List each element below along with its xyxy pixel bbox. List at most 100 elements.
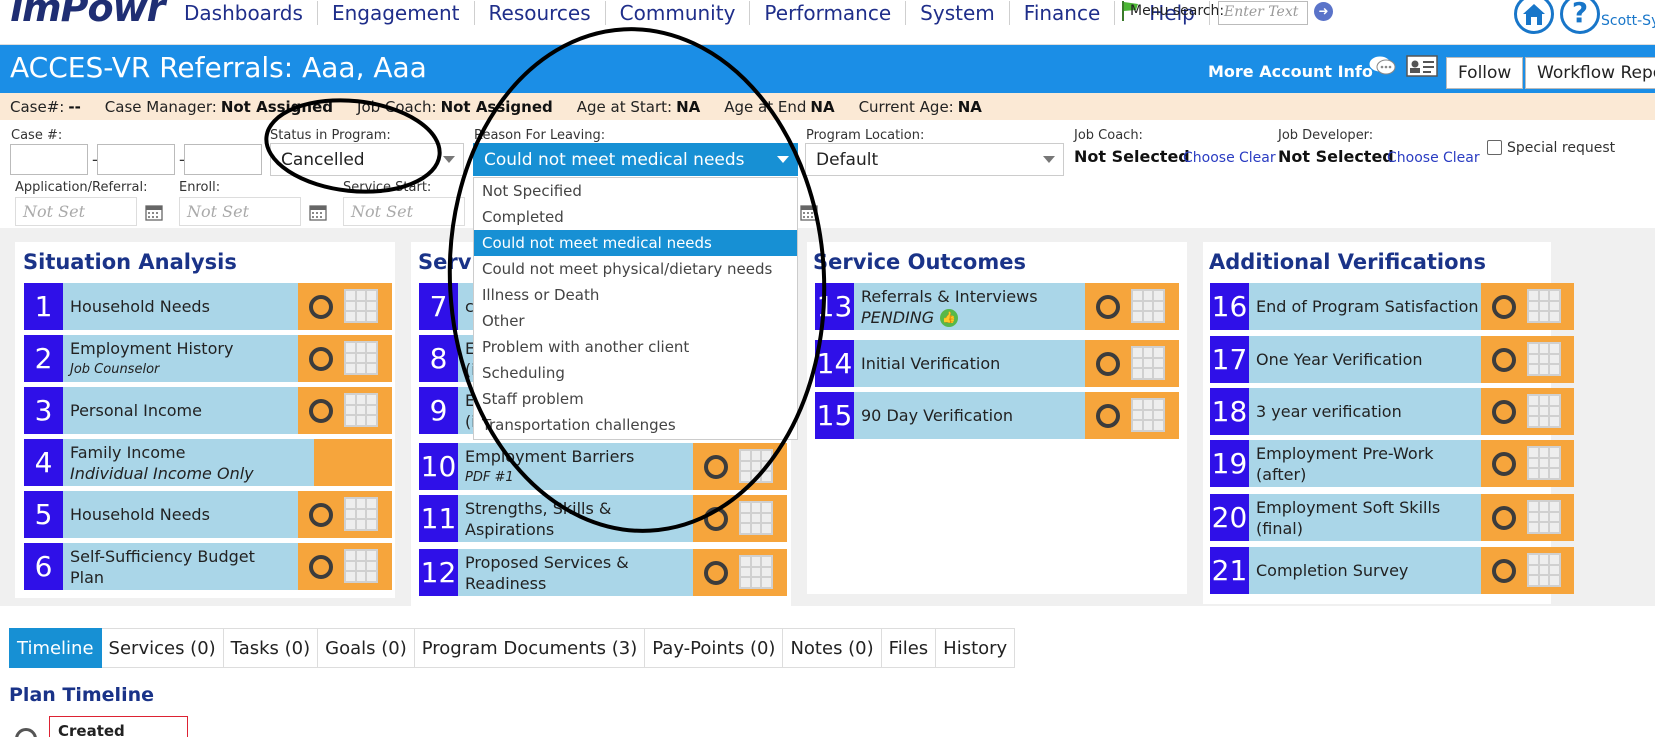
grid-icon[interactable]	[1131, 289, 1165, 323]
search-go-icon[interactable]: ➜	[1314, 2, 1333, 21]
status-ring-icon[interactable]	[309, 399, 333, 423]
job-coach-clear-link[interactable]: Clear	[1239, 150, 1276, 166]
option-staff-problem[interactable]: Staff problem	[474, 386, 797, 412]
status-ring-icon[interactable]	[1096, 352, 1120, 376]
grid-icon[interactable]	[1527, 342, 1561, 376]
status-ring-icon[interactable]	[1492, 295, 1516, 319]
grid-icon[interactable]	[1527, 500, 1561, 534]
option-problem-with-another-client[interactable]: Problem with another client	[474, 334, 797, 360]
status-ring-icon[interactable]	[704, 455, 728, 479]
user-name[interactable]: Scott-Sy	[1601, 13, 1655, 29]
calendar-icon[interactable]	[309, 203, 327, 221]
option-other[interactable]: Other	[474, 308, 797, 334]
status-ring-icon[interactable]	[309, 555, 333, 579]
status-ring-icon[interactable]	[704, 507, 728, 531]
location-select[interactable]: Default	[805, 143, 1064, 176]
task-actions	[1085, 283, 1179, 330]
tab-files[interactable]: Files	[881, 628, 937, 668]
option-completed[interactable]: Completed	[474, 204, 797, 230]
task-label: 3 year verification	[1256, 402, 1402, 421]
enroll-date-input[interactable]: Not Set	[179, 197, 301, 226]
nav-dashboards[interactable]: Dashboards	[170, 1, 318, 25]
grid-icon[interactable]	[1527, 553, 1561, 587]
case-no-part3-input[interactable]	[184, 144, 262, 175]
grid-icon[interactable]	[344, 289, 378, 323]
case-no-part1-input[interactable]	[10, 144, 88, 175]
status-ring-icon[interactable]	[1096, 404, 1120, 428]
status-ring-icon[interactable]	[1096, 295, 1120, 319]
task-actions	[314, 439, 392, 486]
task-sublabel: (final)	[1256, 518, 1303, 538]
status-ring-icon[interactable]	[1492, 400, 1516, 424]
special-request-label: Special request	[1507, 140, 1616, 156]
tab-services[interactable]: Services (0)	[101, 628, 224, 668]
status-ring-icon[interactable]	[309, 503, 333, 527]
more-account-info-link[interactable]: More Account Info	[1208, 62, 1373, 81]
job-coach-choose-link[interactable]: Choose	[1183, 150, 1235, 166]
menu-search-input[interactable]: Enter Text	[1218, 1, 1308, 25]
application-date-input[interactable]: Not Set	[15, 197, 137, 226]
grid-icon[interactable]	[1527, 446, 1561, 480]
nav-performance[interactable]: Performance	[750, 1, 907, 25]
nav-finance[interactable]: Finance	[1010, 1, 1116, 25]
grid-icon[interactable]	[344, 341, 378, 375]
nav-community[interactable]: Community	[606, 1, 751, 25]
tab-program-documents[interactable]: Program Documents (3)	[414, 628, 646, 668]
reason-select[interactable]: Could not meet medical needs	[473, 143, 798, 176]
tab-tasks[interactable]: Tasks (0)	[223, 628, 319, 668]
home-icon[interactable]	[1514, 0, 1554, 34]
grid-icon[interactable]	[739, 501, 773, 535]
grid-icon[interactable]	[739, 449, 773, 483]
calendar-icon[interactable]	[145, 203, 163, 221]
grid-icon[interactable]	[1527, 289, 1561, 323]
grid-icon[interactable]	[1131, 398, 1165, 432]
task-label: Household Needs	[70, 297, 210, 316]
special-request-checkbox[interactable]	[1487, 140, 1502, 155]
job-developer-choose-link[interactable]: Choose	[1387, 150, 1439, 166]
status-label: Status in Program:	[270, 128, 391, 143]
grid-icon[interactable]	[1527, 394, 1561, 428]
current-age-value: NA	[957, 97, 982, 116]
status-ring-icon[interactable]	[1492, 452, 1516, 476]
status-ring-icon[interactable]	[1492, 348, 1516, 372]
status-ring-icon[interactable]	[704, 561, 728, 585]
case-no-part2-input[interactable]	[97, 144, 175, 175]
follow-button[interactable]: Follow	[1446, 57, 1524, 89]
nav-engagement[interactable]: Engagement	[318, 1, 475, 25]
task-label: Employment Barriers	[465, 446, 635, 466]
grid-icon[interactable]	[344, 549, 378, 583]
age-start-value: NA	[676, 97, 701, 116]
option-could-not-meet-physical-dietary-needs[interactable]: Could not meet physical/dietary needs	[474, 256, 797, 282]
status-ring-icon[interactable]	[1492, 559, 1516, 583]
status-select[interactable]: Cancelled	[270, 143, 464, 176]
status-ring-icon[interactable]	[1492, 506, 1516, 530]
job-developer-clear-link[interactable]: Clear	[1443, 150, 1480, 166]
grid-icon[interactable]	[344, 393, 378, 427]
grid-icon[interactable]	[739, 555, 773, 589]
tab-timeline[interactable]: Timeline	[9, 628, 102, 668]
workflow-report-button[interactable]: Workflow Repo	[1525, 57, 1655, 89]
job-coach-summary-label: Job Coach:	[357, 97, 437, 116]
help-icon[interactable]: ?	[1560, 0, 1600, 34]
status-ring-icon[interactable]	[309, 295, 333, 319]
nav-system[interactable]: System	[906, 1, 1010, 25]
tab-history[interactable]: History	[936, 628, 1016, 668]
service-start-date-input[interactable]: Not Set	[343, 197, 465, 226]
grid-icon[interactable]	[344, 497, 378, 531]
option-illness-or-death[interactable]: Illness or Death	[474, 282, 797, 308]
app-logo[interactable]: imPowr	[10, 0, 165, 30]
status-ring-icon[interactable]	[309, 347, 333, 371]
grid-icon[interactable]	[1131, 346, 1165, 380]
option-scheduling[interactable]: Scheduling	[474, 360, 797, 386]
tab-goals[interactable]: Goals (0)	[318, 628, 415, 668]
contact-card-icon[interactable]	[1406, 55, 1438, 77]
option-not-specified[interactable]: Not Specified	[474, 178, 797, 204]
tab-notes[interactable]: Notes (0)	[783, 628, 882, 668]
option-transportation-challenges[interactable]: Transportation challenges	[474, 412, 797, 438]
nav-resources[interactable]: Resources	[475, 1, 606, 25]
age-start-label: Age at Start:	[576, 97, 673, 116]
chat-icon[interactable]	[1368, 55, 1396, 77]
tab-pay-points[interactable]: Pay-Points (0)	[645, 628, 784, 668]
calendar-icon[interactable]	[800, 203, 818, 221]
option-could-not-meet-medical-needs[interactable]: Could not meet medical needs	[474, 230, 797, 256]
